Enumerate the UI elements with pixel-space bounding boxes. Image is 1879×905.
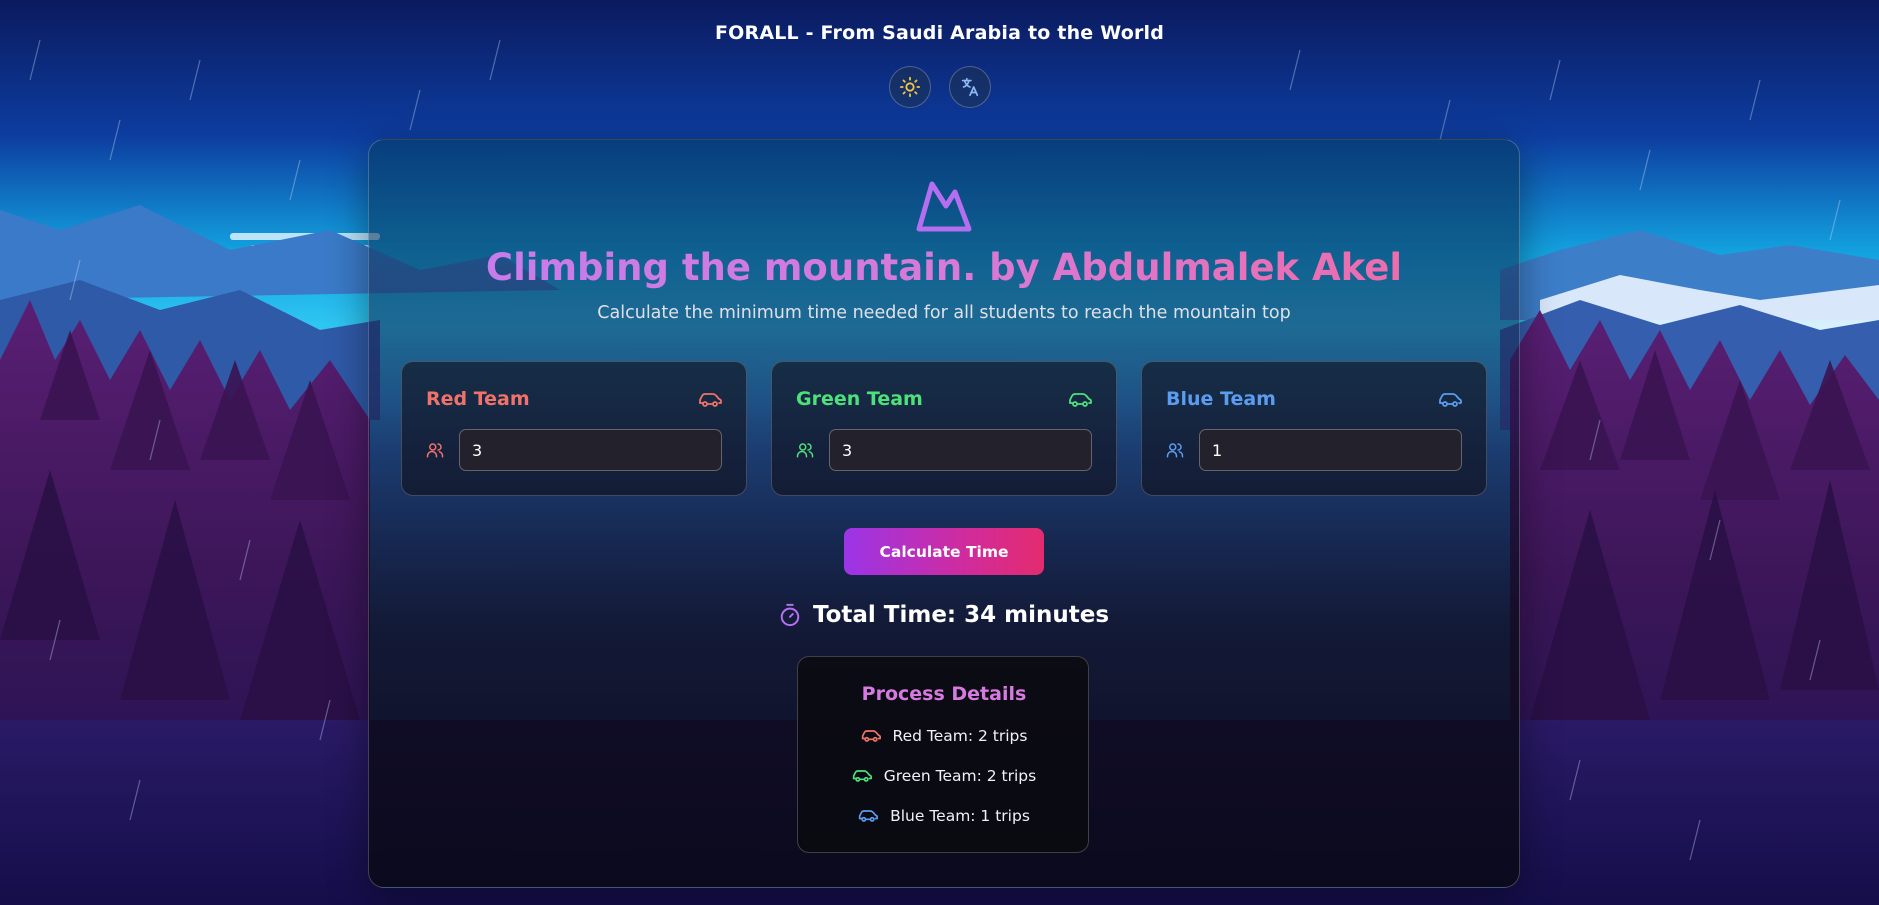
total-time-text: Total Time: 34 minutes — [812, 602, 1110, 628]
detail-row-blue: Blue Team: 1 trips — [798, 807, 1090, 825]
team-card-green: Green Team — [771, 361, 1117, 496]
car-icon — [1439, 393, 1462, 407]
team-card-red: Red Team — [401, 361, 747, 496]
blue-team-input[interactable] — [1199, 429, 1462, 471]
detail-text-green: Green Team: 2 trips — [883, 767, 1037, 785]
translate-icon — [961, 77, 978, 97]
team-card-blue: Blue Team — [1141, 361, 1487, 496]
process-details-title: Process Details — [861, 683, 1027, 705]
page-title: Climbing the mountain. by Abdulmalek Ake… — [369, 246, 1519, 289]
car-icon — [699, 393, 722, 407]
car-icon — [852, 770, 872, 782]
calculator-card: Climbing the mountain. by Abdulmalek Ake… — [368, 139, 1520, 888]
theme-toggle-button[interactable] — [888, 66, 931, 108]
page-subtitle: Calculate the minimum time needed for al… — [597, 303, 1291, 323]
car-icon — [858, 810, 879, 822]
header-toggles — [0, 66, 1879, 108]
mountain-icon — [916, 181, 972, 232]
users-icon — [796, 443, 814, 458]
stopwatch-icon — [780, 603, 800, 627]
team-name-blue: Blue Team — [1166, 388, 1276, 410]
users-icon — [1166, 443, 1184, 458]
detail-text-blue: Blue Team: 1 trips — [890, 807, 1030, 825]
sun-icon — [899, 76, 920, 98]
team-name-green: Green Team — [796, 388, 923, 410]
green-team-input[interactable] — [829, 429, 1092, 471]
car-icon — [861, 730, 881, 742]
car-icon — [1069, 393, 1092, 407]
red-team-input[interactable] — [459, 429, 722, 471]
calculate-time-button[interactable]: Calculate Time — [844, 528, 1044, 575]
process-details-panel: Process Details Red Team: 2 trips Green … — [797, 656, 1089, 853]
detail-row-red: Red Team: 2 trips — [798, 727, 1090, 745]
team-name-red: Red Team — [426, 388, 530, 410]
total-time: Total Time: 34 minutes — [369, 602, 1519, 628]
site-title: FORALL - From Saudi Arabia to the World — [714, 22, 1165, 44]
language-toggle-button[interactable] — [948, 66, 991, 108]
detail-text-red: Red Team: 2 trips — [892, 727, 1028, 745]
users-icon — [426, 443, 444, 458]
detail-row-green: Green Team: 2 trips — [798, 767, 1090, 785]
